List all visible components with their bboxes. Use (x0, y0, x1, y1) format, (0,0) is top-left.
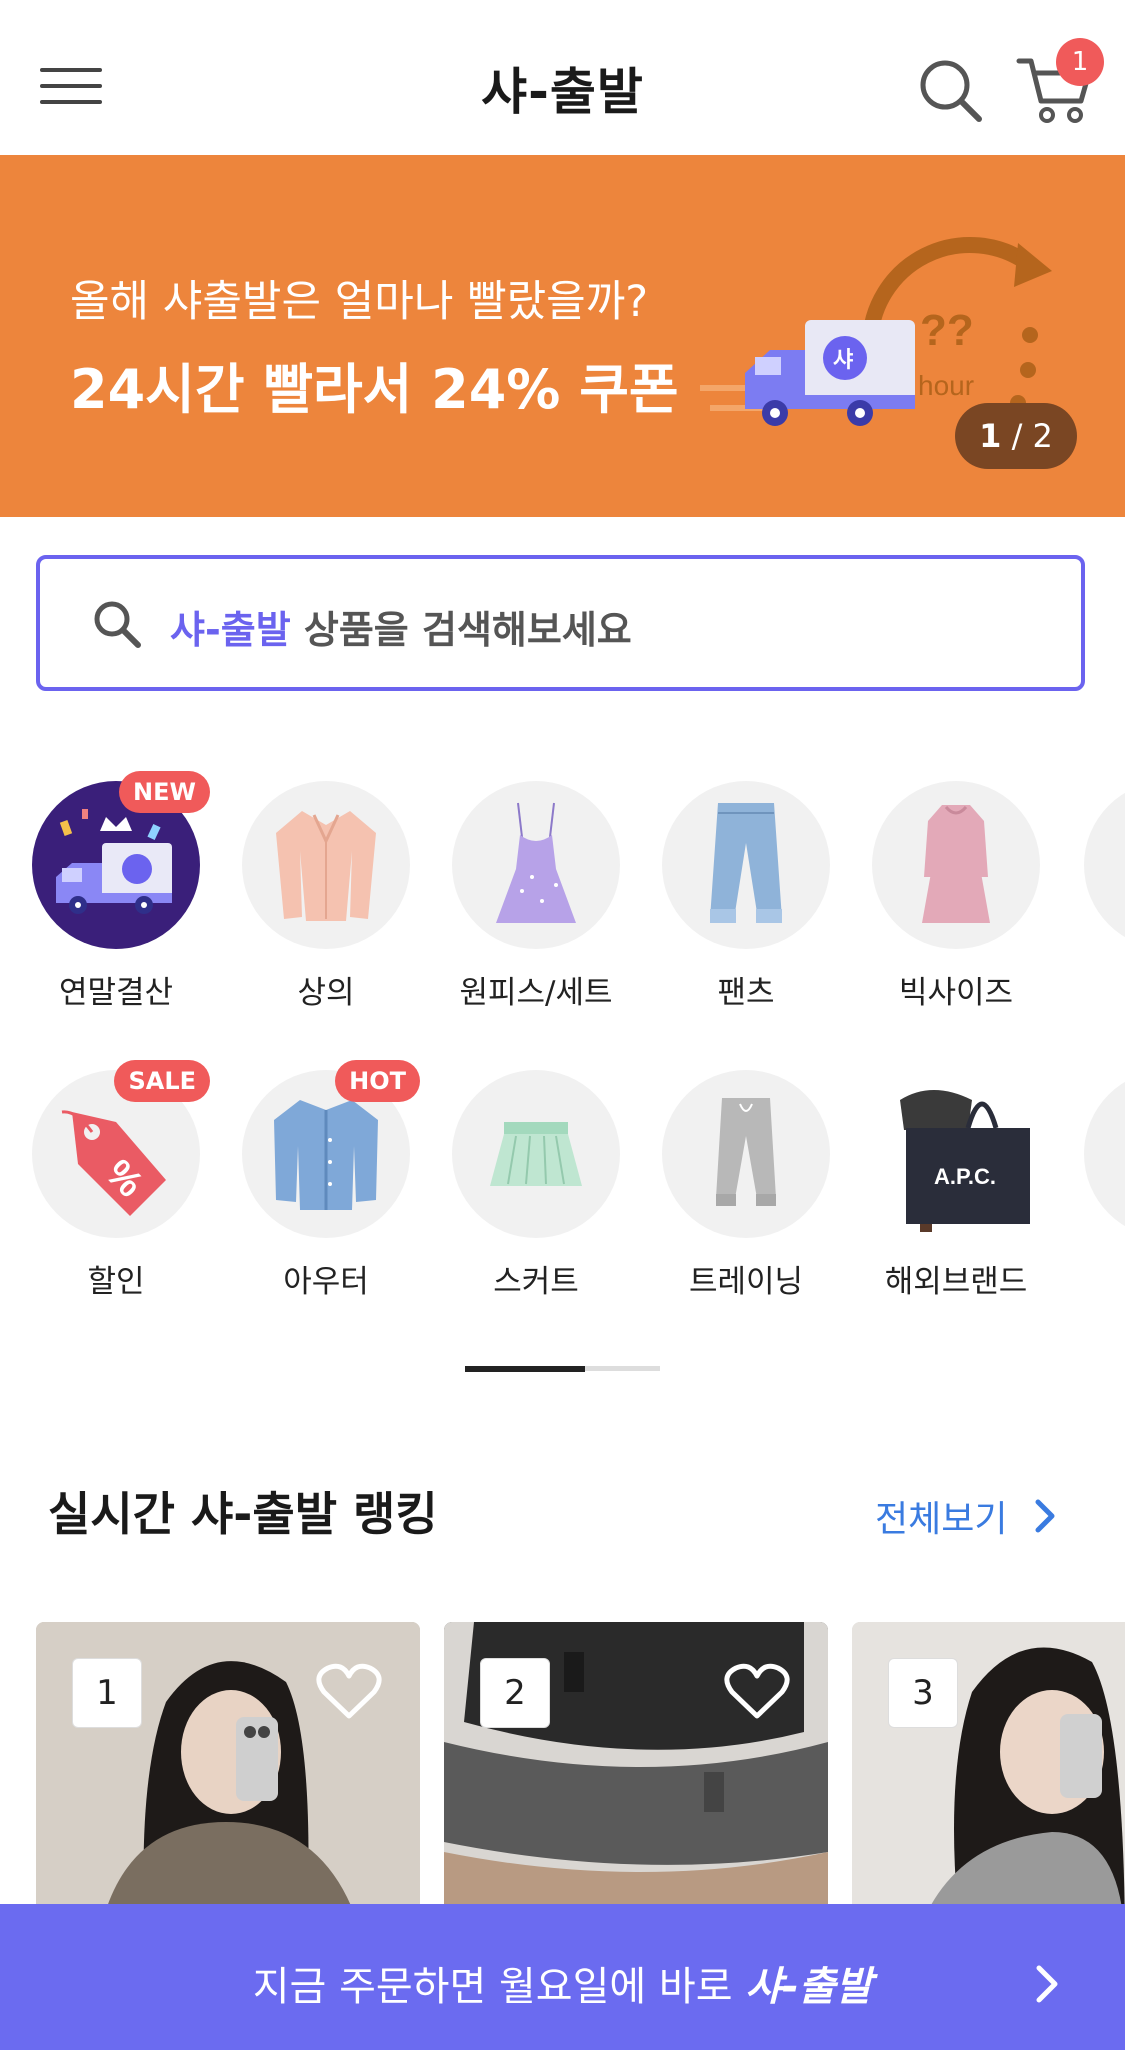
category-label: 원피스/세트 (459, 975, 613, 1011)
category-label: 아우터 (283, 1264, 369, 1300)
tote-bag-icon: A.P.C. (900, 1090, 1030, 1232)
blouse-icon (276, 811, 376, 921)
new-badge: NEW (119, 771, 210, 813)
heart-icon[interactable] (724, 1662, 790, 1722)
category-dresses[interactable]: 원피스/세트 (436, 781, 636, 1012)
app-header: 샤-출발 1 (0, 0, 1125, 155)
category-skirts[interactable]: 스커트 (436, 1070, 636, 1301)
promo-banner[interactable]: 올해 샤출발은 얼마나 빨랐을까? 24시간 빨라서 24% 쿠폰 ?? hou… (0, 155, 1125, 517)
product-card[interactable]: 1 (36, 1622, 420, 1952)
category-year-end[interactable]: NEW 연말결산 (16, 771, 216, 1012)
category-label: 상의 (297, 975, 355, 1011)
category-label: 팬츠 (717, 975, 775, 1011)
category-big-size[interactable]: 빅사이즈 (856, 781, 1056, 1012)
search-icon (94, 601, 141, 648)
category-partial[interactable] (1066, 781, 1125, 949)
rank-number: 1 (72, 1658, 142, 1728)
category-label: 연말결산 (58, 975, 174, 1011)
category-label: 트레이닝 (688, 1264, 804, 1300)
ranking-title: 실시간 샤-출발 랭킹 (48, 1487, 438, 1541)
category-pants[interactable]: 팬츠 (646, 781, 846, 1012)
category-outer[interactable]: HOT 아우터 (226, 1060, 426, 1301)
product-search-input[interactable]: 샤-출발 상품을 검색해보세요 (36, 555, 1085, 691)
banner-headline: 24시간 빨라서 24% 쿠폰 (70, 358, 679, 421)
product-card[interactable]: 3 (852, 1622, 1125, 1952)
banner-art-hour: hour (918, 370, 974, 401)
chevron-right-icon (1036, 1965, 1058, 2003)
order-cta-bar[interactable]: 지금 주문하면 월요일에 바로 샤-출발 (0, 1904, 1125, 2050)
category-sale[interactable]: % SALE 할인 (16, 1060, 216, 1301)
category-label: 스커트 (493, 1264, 579, 1300)
rank-number: 2 (480, 1658, 550, 1728)
search-icon[interactable] (915, 55, 985, 125)
category-partial[interactable] (1066, 1070, 1125, 1238)
category-training[interactable]: 트레이닝 (646, 1070, 846, 1301)
category-label: 해외브랜드 (884, 1264, 1028, 1300)
bag-brand-text: A.P.C. (934, 1164, 996, 1189)
cart-count-badge: 1 (1056, 38, 1104, 86)
product-card[interactable]: 2 (444, 1622, 828, 1952)
category-label: 할인 (87, 1264, 145, 1300)
search-placeholder: 샤-출발 상품을 검색해보세요 (170, 608, 632, 652)
hot-badge: HOT (335, 1060, 420, 1102)
sale-badge: SALE (114, 1060, 210, 1102)
long-dress-icon (922, 805, 990, 923)
rank-number: 3 (888, 1658, 958, 1728)
category-overseas-brands[interactable]: A.P.C. 해외브랜드 (856, 1070, 1056, 1301)
see-all-link[interactable]: 전체보기 (875, 1490, 1007, 1542)
chevron-right-icon[interactable] (1030, 1496, 1060, 1536)
jeans-icon (710, 803, 782, 923)
banner-page-indicator: 1 / 2 (955, 403, 1077, 469)
banner-art-question: ?? (920, 306, 974, 355)
category-tops[interactable]: 상의 (226, 781, 426, 1012)
heart-icon[interactable] (316, 1662, 382, 1722)
category-label: 빅사이즈 (898, 975, 1014, 1011)
svg-text:샤: 샤 (833, 347, 853, 372)
banner-subtitle: 올해 샤출발은 얼마나 빨랐을까? (70, 277, 649, 327)
category-scroll-thumb (465, 1366, 585, 1372)
cta-text: 지금 주문하면 월요일에 바로 샤-출발 (252, 1964, 873, 2010)
skirt-icon (490, 1122, 582, 1186)
dress-icon (496, 802, 576, 923)
jogger-pants-icon (716, 1098, 776, 1206)
